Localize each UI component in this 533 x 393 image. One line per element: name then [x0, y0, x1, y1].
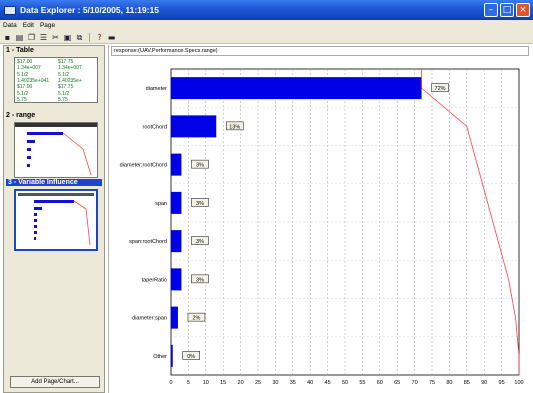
help-icon[interactable]: ? — [95, 33, 104, 42]
menu-edit[interactable]: Edit — [23, 22, 34, 29]
category-label: span — [155, 201, 167, 207]
category-label: span:rootChord — [129, 239, 167, 245]
data-label: 3% — [196, 277, 204, 283]
table-cell: 5.1/2 — [17, 71, 29, 78]
table-cell: 5.75 — [17, 96, 27, 103]
variable-influence-chart: 0 5 10 15 20 25 30 35 40 45 50 55 60 65 70 75 80 85 90 95 10… — [120, 68, 524, 386]
minimize-button[interactable]: – — [484, 3, 498, 17]
table-cell: 5.1/2 — [58, 71, 70, 78]
bar — [171, 77, 422, 100]
category-label: taperRatio — [142, 277, 167, 283]
x-tick-label: 65 — [394, 380, 400, 386]
app-icon — [4, 5, 16, 15]
menu-page[interactable]: Page — [40, 22, 55, 29]
title-bar: Data Explorer : 5/10/2005, 11:19:15 – □ … — [0, 0, 533, 20]
data-label: 3% — [196, 201, 204, 207]
section-title-range[interactable]: 2 - range — [6, 112, 35, 119]
table-cell: 1.34e+007 — [17, 65, 41, 72]
x-tick-label: 60 — [377, 380, 383, 386]
add-page-chart-button[interactable]: Add Page/Chart... — [10, 376, 100, 388]
menu-bar: Data Edit Page — [0, 20, 533, 31]
data-label: 72% — [435, 86, 446, 92]
x-tick-label: 30 — [272, 380, 278, 386]
category-label: diameter:rootChord — [120, 163, 167, 169]
x-tick-label: 45 — [325, 380, 331, 386]
x-tick-label: 15 — [220, 380, 226, 386]
x-tick-label: 5 — [187, 380, 190, 386]
x-tick-label: 35 — [290, 380, 296, 386]
close-button[interactable]: × — [516, 3, 530, 17]
chart-icon[interactable]: ▬ — [107, 33, 116, 42]
data-label: 3% — [196, 163, 204, 169]
toolbar: ▪ ▤ ❐ ☰ ✂ ▣ ⧉ ? ▬ — [0, 31, 533, 44]
x-tick-label: 95 — [499, 380, 505, 386]
range-thumbnail[interactable] — [14, 122, 98, 178]
window-title: Data Explorer : 5/10/2005, 11:19:15 — [20, 5, 159, 15]
table-cell: 1.40235e+ — [58, 77, 82, 84]
print-icon[interactable]: ▤ — [15, 33, 24, 42]
table-cell: 5.75 — [58, 96, 68, 103]
x-tick-label: 80 — [446, 380, 452, 386]
table-thumbnail[interactable]: $17.00 $17.75 1.34e+007 1.34e+007 5.1/2 5.1/2… — [14, 57, 98, 103]
bar — [171, 115, 217, 138]
duplicate-icon[interactable]: ⧉ — [75, 33, 84, 42]
section-title-table[interactable]: 1 - Table — [6, 47, 34, 54]
category-label: rootChord — [143, 124, 167, 130]
category-label: Other — [153, 354, 167, 360]
category-label: diameter:span — [132, 316, 167, 322]
x-tick-label: 55 — [359, 380, 365, 386]
menu-data[interactable]: Data — [3, 22, 17, 29]
data-label: 0% — [187, 354, 195, 360]
response-label: response:(UAV.Performance.Specs.range) — [111, 46, 529, 56]
x-tick-label: 50 — [342, 380, 348, 386]
table-cell: 5.1/2 — [58, 90, 70, 97]
table-cell: 1.34e+007 — [58, 65, 82, 72]
table-cell: 5.1/2 — [17, 90, 29, 97]
data-label: 2% — [192, 316, 200, 322]
table-cell: $17.75 — [58, 84, 74, 91]
bar — [171, 230, 182, 253]
data-label: 13% — [229, 124, 240, 130]
paste-icon[interactable]: ▣ — [63, 33, 72, 42]
table-cell: $17.00 — [17, 59, 33, 65]
list-icon[interactable]: ☰ — [39, 33, 48, 42]
x-tick-label: 10 — [203, 380, 209, 386]
chart-panel: response:(UAV.Performance.Specs.range) 0… — [108, 45, 533, 393]
maximize-button[interactable]: □ — [500, 3, 514, 17]
x-tick-label: 25 — [255, 380, 261, 386]
x-tick-label: 100 — [514, 380, 523, 386]
bar — [171, 153, 182, 176]
x-tick-label: 70 — [412, 380, 418, 386]
bar — [171, 191, 182, 214]
x-tick-label: 20 — [238, 380, 244, 386]
variable-influence-thumbnail[interactable] — [14, 189, 98, 251]
bar — [171, 268, 182, 291]
data-label: 3% — [196, 239, 204, 245]
table-cell: $17.00 — [17, 84, 33, 91]
x-tick-label: 85 — [464, 380, 470, 386]
section-title-variable-influence[interactable]: 3 - Variable Influence — [6, 179, 102, 186]
table-cell: $17.75 — [58, 59, 74, 65]
bar — [171, 306, 178, 329]
page-list-panel: 1 - Table $17.00 $17.75 1.34e+007 1.34e+007… — [3, 45, 105, 393]
x-tick-label: 75 — [429, 380, 435, 386]
table-cell: 1.40235e+041 — [17, 77, 50, 84]
copy-icon[interactable]: ❐ — [27, 33, 36, 42]
cut-icon[interactable]: ✂ — [51, 33, 60, 42]
category-label: diameter — [146, 86, 168, 92]
save-icon[interactable]: ▪ — [3, 33, 12, 42]
x-tick-label: 0 — [169, 380, 172, 386]
x-tick-label: 40 — [307, 380, 313, 386]
x-tick-label: 90 — [481, 380, 487, 386]
bar — [171, 344, 173, 367]
